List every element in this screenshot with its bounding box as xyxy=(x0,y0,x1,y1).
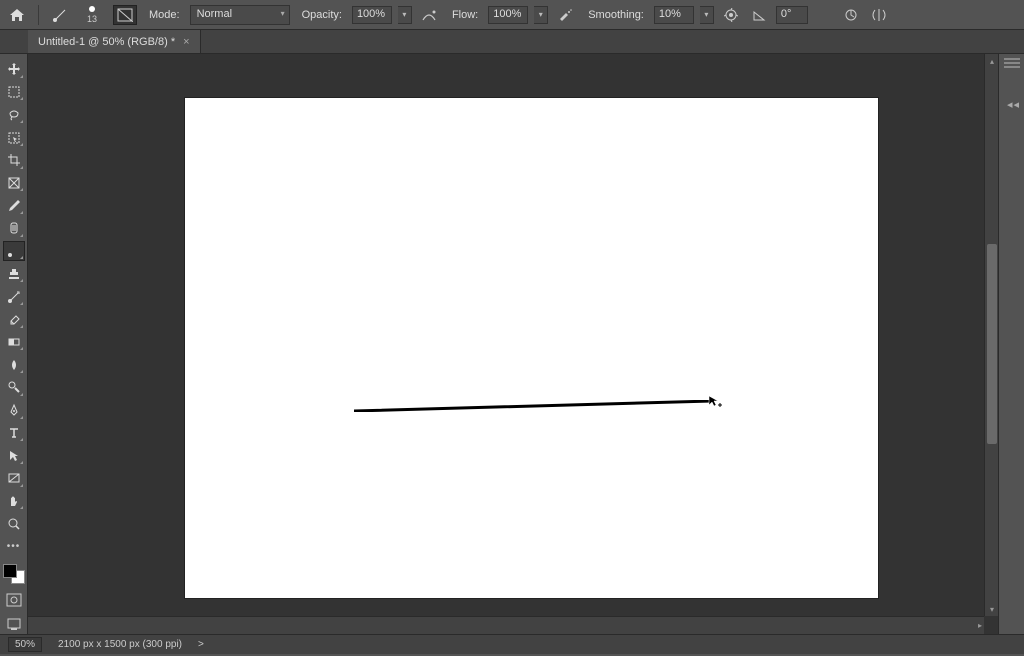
document-canvas[interactable] xyxy=(185,98,878,598)
home-icon[interactable] xyxy=(6,4,28,26)
brush-dot-icon xyxy=(89,6,95,12)
canvas-area[interactable]: ▴ ▾ ▸ xyxy=(28,54,998,634)
opacity-pressure-icon[interactable] xyxy=(418,4,440,26)
hand-tool[interactable] xyxy=(3,491,25,512)
clone-stamp-tool[interactable] xyxy=(3,263,25,284)
mode-value: Normal xyxy=(197,8,232,20)
smoothing-value: 10% xyxy=(659,8,681,20)
edit-toolbar[interactable]: ••• xyxy=(3,536,25,557)
flow-value: 100% xyxy=(493,8,521,20)
horizontal-scrollbar[interactable]: ▸ xyxy=(28,616,984,634)
brush-size-label: 13 xyxy=(87,14,97,24)
tab-close-icon[interactable]: × xyxy=(183,36,189,48)
screen-mode-button[interactable] xyxy=(3,615,25,634)
lasso-tool[interactable] xyxy=(3,104,25,125)
smoothing-input[interactable]: 10% xyxy=(654,6,694,24)
zoom-tool[interactable] xyxy=(3,513,25,534)
brush-preset-size[interactable]: 13 xyxy=(77,6,107,24)
doc-dimensions[interactable]: 2100 px x 1500 px (300 ppi) xyxy=(58,639,182,650)
opacity-value: 100% xyxy=(357,8,385,20)
pen-tool[interactable] xyxy=(3,400,25,421)
scroll-thumb[interactable] xyxy=(987,244,997,444)
tab-title: Untitled-1 @ 50% (RGB/8) * xyxy=(38,36,175,48)
zoom-field[interactable]: 50% xyxy=(8,637,42,652)
type-tool[interactable] xyxy=(3,423,25,444)
airbrush-icon[interactable] xyxy=(554,4,576,26)
angle-value: 0° xyxy=(781,8,792,20)
tools-panel: ••• xyxy=(0,54,28,634)
healing-brush-tool[interactable] xyxy=(3,218,25,239)
scroll-down-icon[interactable]: ▾ xyxy=(985,602,998,616)
path-selection-tool[interactable] xyxy=(3,445,25,466)
size-pressure-icon[interactable] xyxy=(840,4,862,26)
scroll-right-icon[interactable]: ▸ xyxy=(978,621,982,630)
blur-tool[interactable] xyxy=(3,354,25,375)
flow-label: Flow: xyxy=(452,9,478,21)
work-row: ••• ▴ ▾ ▸ ◂◂ xyxy=(0,54,1024,634)
panel-grip-icon[interactable] xyxy=(1004,58,1020,68)
scroll-up-icon[interactable]: ▴ xyxy=(985,54,998,68)
options-bar: 13 Mode: Normal ▾ Opacity: 100% ▾ Flow: … xyxy=(0,0,1024,30)
chevron-down-icon: ▾ xyxy=(281,9,285,18)
collapsed-panels[interactable]: ◂◂ xyxy=(998,54,1024,634)
eraser-tool[interactable] xyxy=(3,309,25,330)
mode-label: Mode: xyxy=(149,9,180,21)
separator xyxy=(38,5,39,25)
status-arrow-icon[interactable]: > xyxy=(198,639,204,650)
flow-input[interactable]: 100% xyxy=(488,6,528,24)
smoothing-options-icon[interactable] xyxy=(720,4,742,26)
gradient-tool[interactable] xyxy=(3,332,25,353)
flow-dropdown[interactable]: ▾ xyxy=(534,6,548,24)
dodge-tool[interactable] xyxy=(3,377,25,398)
angle-input[interactable]: 0° xyxy=(776,6,808,24)
brush-panel-toggle[interactable] xyxy=(113,5,137,25)
opacity-label: Opacity: xyxy=(302,9,342,21)
symmetry-icon[interactable] xyxy=(868,4,890,26)
quick-mask-toggle[interactable] xyxy=(3,590,25,609)
tool-preset-picker[interactable] xyxy=(49,4,71,26)
move-tool[interactable] xyxy=(3,59,25,80)
crop-tool[interactable] xyxy=(3,150,25,171)
panel-expand-icon[interactable]: ◂◂ xyxy=(1007,98,1020,111)
smoothing-label: Smoothing: xyxy=(588,9,644,21)
angle-icon[interactable] xyxy=(748,4,770,26)
foreground-color-swatch[interactable] xyxy=(3,564,17,578)
document-tab[interactable]: Untitled-1 @ 50% (RGB/8) * × xyxy=(28,30,201,53)
brush-tool[interactable] xyxy=(3,241,25,262)
frame-tool[interactable] xyxy=(3,173,25,194)
opacity-dropdown[interactable]: ▾ xyxy=(398,6,412,24)
marquee-tool[interactable] xyxy=(3,82,25,103)
status-bar: 50% 2100 px x 1500 px (300 ppi) > xyxy=(0,634,1024,654)
vertical-scrollbar[interactable]: ▴ ▾ xyxy=(984,54,998,616)
eyedropper-tool[interactable] xyxy=(3,195,25,216)
blend-mode-select[interactable]: Normal ▾ xyxy=(190,5,290,25)
history-brush-tool[interactable] xyxy=(3,286,25,307)
zoom-value: 50% xyxy=(15,639,35,650)
document-tab-bar: Untitled-1 @ 50% (RGB/8) * × xyxy=(0,30,1024,54)
color-swatches[interactable] xyxy=(3,564,25,585)
smoothing-dropdown[interactable]: ▾ xyxy=(700,6,714,24)
object-selection-tool[interactable] xyxy=(3,127,25,148)
rectangle-tool[interactable] xyxy=(3,468,25,489)
opacity-input[interactable]: 100% xyxy=(352,6,392,24)
